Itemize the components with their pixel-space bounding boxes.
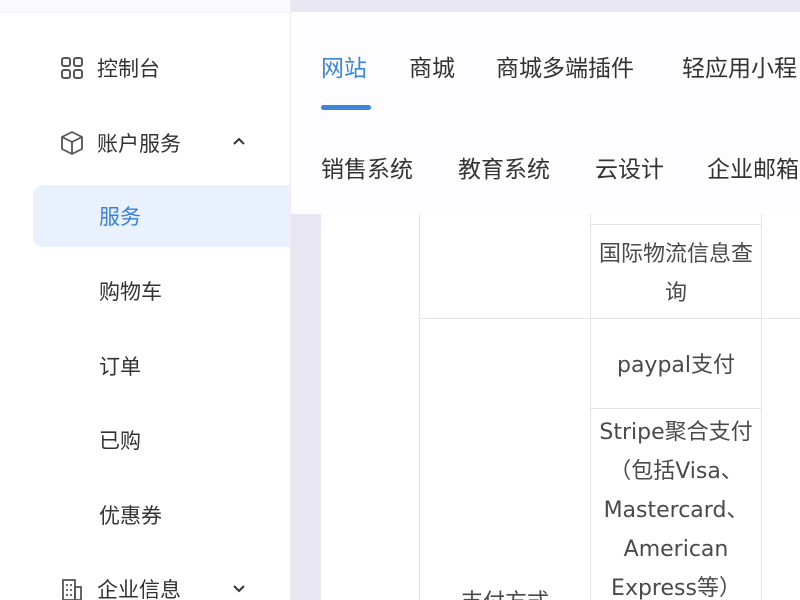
- sidebar-item-label: 已购: [99, 429, 141, 453]
- sidebar-item-label: 控制台: [97, 57, 160, 81]
- product-tabs: 网站 商城 商城多端插件 轻应用小程 销售系统 教育系统 云设计 企业邮箱: [291, 12, 800, 215]
- feature-table: 国际物流信息查询 paypal支付 Stripe聚合支付 （包括Visa、 Ma…: [321, 214, 800, 600]
- tab-sales-system[interactable]: 销售系统: [321, 150, 413, 184]
- table-divider: [590, 224, 761, 225]
- sidebar-item-coupons[interactable]: 优惠券: [33, 484, 290, 546]
- table-cell: 国际物流信息查询: [598, 242, 753, 306]
- sidebar-item-company-info[interactable]: 企业信息: [33, 558, 263, 600]
- active-tab-indicator: [321, 105, 371, 110]
- tab-mall-multiplatform-plugin[interactable]: 商城多端插件: [496, 49, 634, 83]
- sidebar-item-orders[interactable]: 订单: [33, 335, 290, 397]
- sidebar-item-label: 购物车: [99, 280, 162, 304]
- table-cell-line: American: [623, 537, 729, 562]
- table-category-cell: 支付方式: [421, 583, 589, 600]
- chevron-down-icon[interactable]: [229, 578, 249, 598]
- tab-enterprise-mail[interactable]: 企业邮箱: [707, 150, 799, 184]
- grid-icon: [59, 55, 85, 81]
- table-cell-line: （包括Visa、: [609, 459, 743, 484]
- sidebar: 控制台 账户服务 服务 购物车 订单 已购 优惠券 企业信息: [0, 0, 291, 600]
- box-icon: [59, 130, 85, 156]
- table-divider: [419, 214, 420, 600]
- tab-education-system[interactable]: 教育系统: [458, 150, 550, 184]
- tab-website[interactable]: 网站: [321, 49, 367, 83]
- sidebar-item-services[interactable]: 服务: [33, 185, 290, 247]
- table-divider: [761, 214, 762, 600]
- main-content: 国际物流信息查询 paypal支付 Stripe聚合支付 （包括Visa、 Ma…: [291, 214, 800, 600]
- sidebar-item-label: 账户服务: [97, 132, 181, 156]
- table-cell-line: Mastercard、: [603, 498, 749, 523]
- table-cell-stripe: Stripe聚合支付 （包括Visa、 Mastercard、 American…: [593, 413, 759, 600]
- table-cell-line: Stripe聚合支付: [599, 420, 753, 445]
- table-cell-line: Express等）: [611, 576, 741, 600]
- sidebar-top-strip: [0, 0, 290, 13]
- tab-cloud-design[interactable]: 云设计: [595, 150, 664, 184]
- table-divider: [590, 408, 761, 409]
- sidebar-item-console[interactable]: 控制台: [33, 37, 263, 99]
- table-divider: [590, 214, 591, 600]
- sidebar-item-cart[interactable]: 购物车: [33, 260, 290, 322]
- table-cell: paypal支付: [616, 353, 736, 378]
- sidebar-item-purchased[interactable]: 已购: [33, 409, 290, 471]
- tab-mall[interactable]: 商城: [409, 49, 455, 83]
- building-icon: [59, 576, 85, 600]
- sidebar-item-label: 服务: [99, 205, 141, 229]
- sidebar-item-label: 优惠券: [99, 504, 162, 528]
- table-divider: [419, 318, 800, 319]
- sidebar-item-account-services[interactable]: 账户服务: [33, 112, 263, 174]
- sidebar-item-label: 订单: [99, 355, 141, 379]
- tab-light-app[interactable]: 轻应用小程: [682, 49, 797, 83]
- sidebar-item-label: 企业信息: [97, 578, 181, 600]
- chevron-up-icon[interactable]: [229, 132, 249, 152]
